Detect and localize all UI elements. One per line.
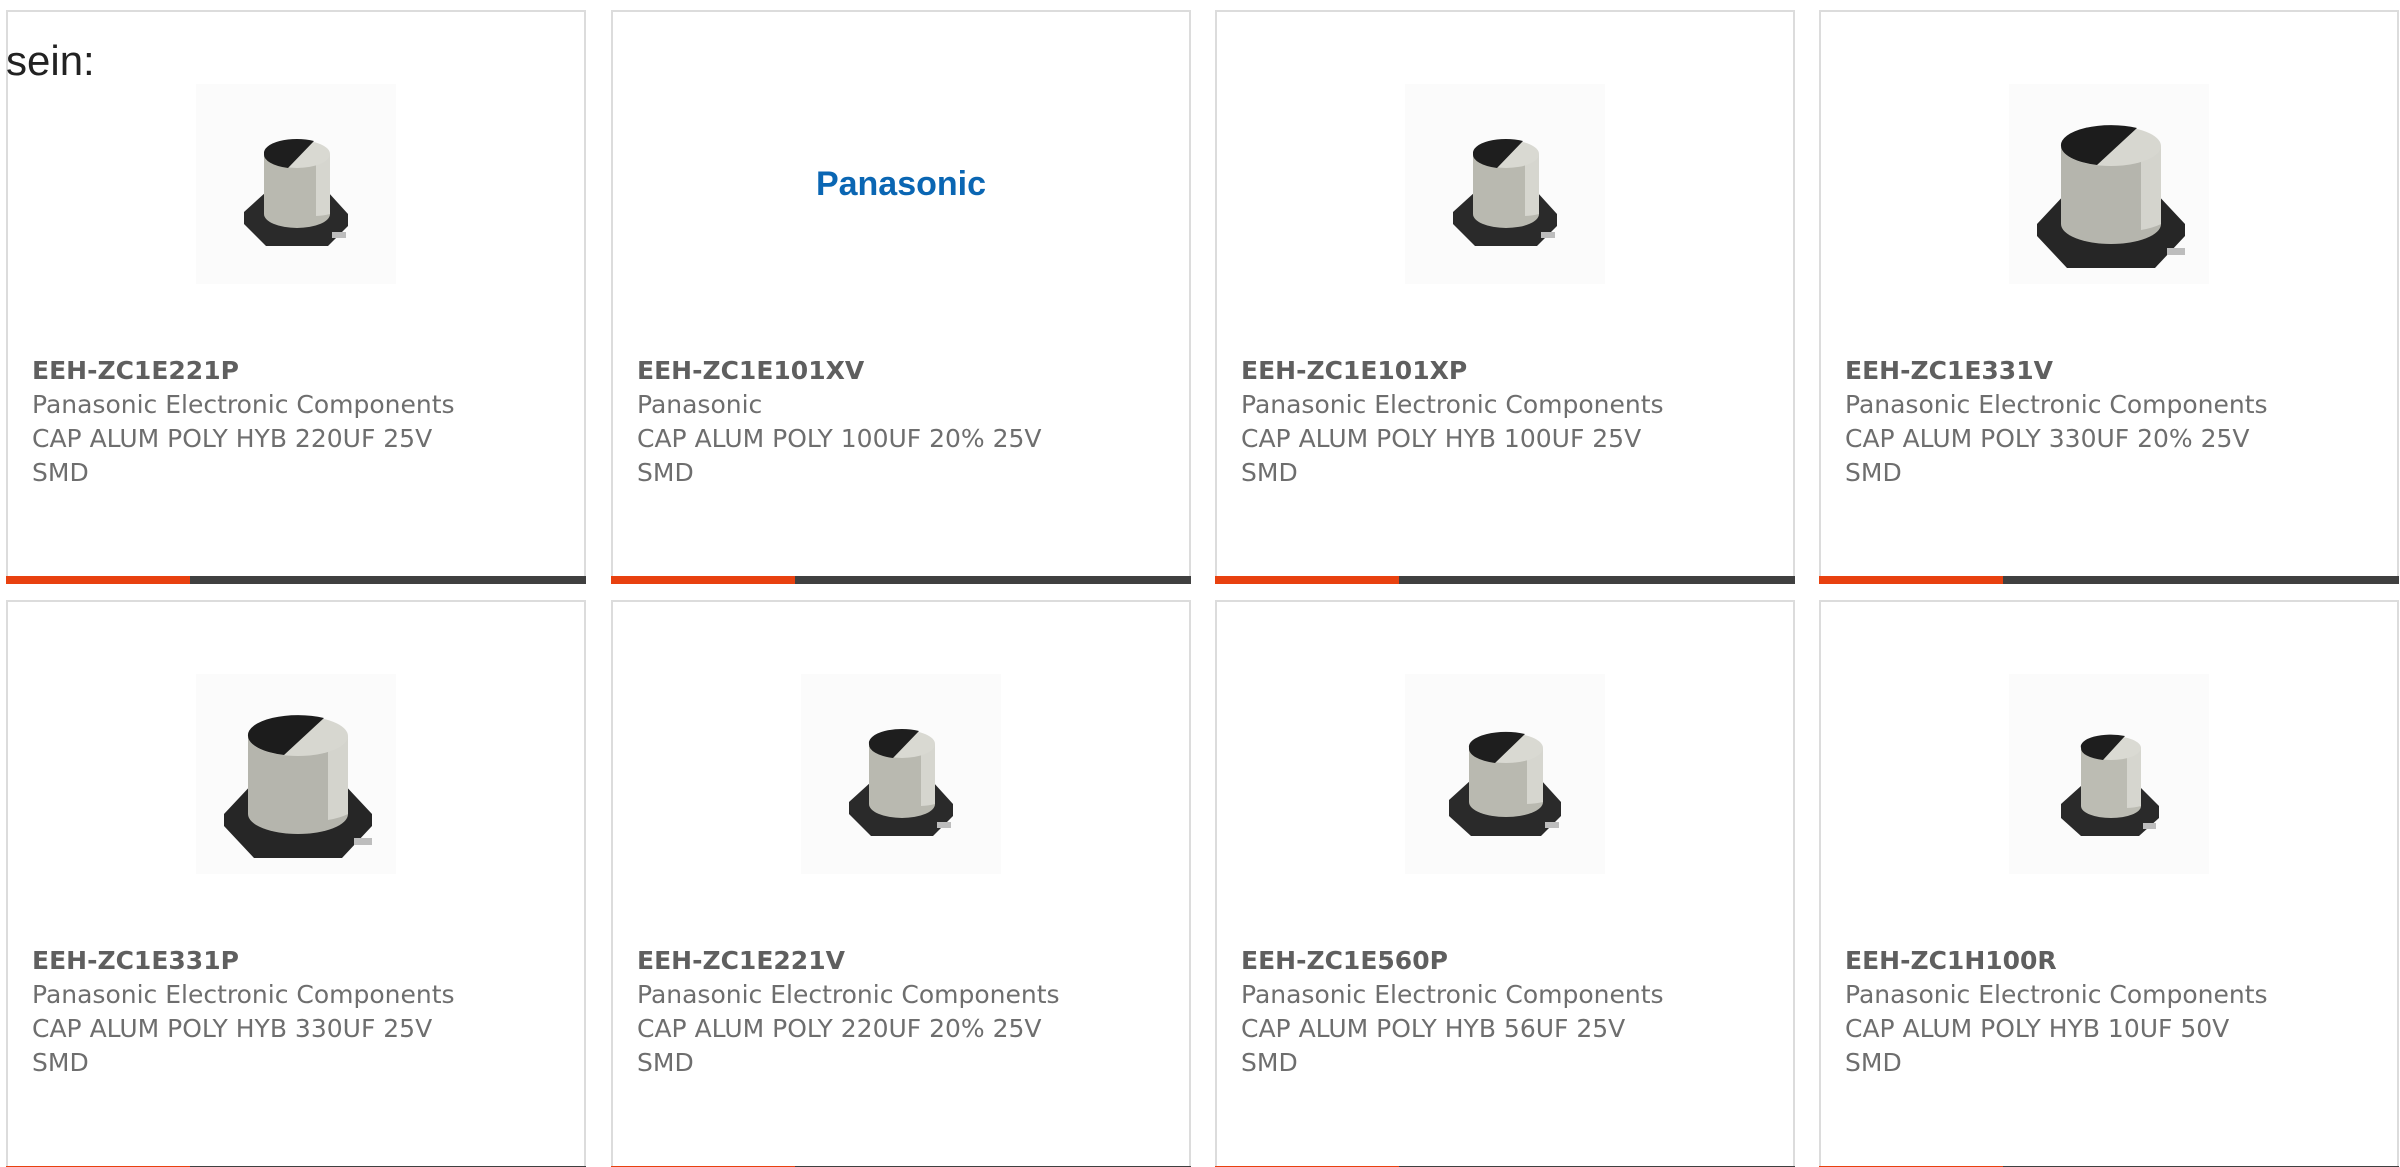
brand-logo-image: Panasonic [801, 84, 1001, 284]
card-bottom-bar [6, 576, 586, 584]
description-package: SMD [32, 1048, 89, 1077]
capacitor-image [801, 674, 1001, 874]
manufacturer: Panasonic Electronic Components [32, 390, 455, 419]
product-card[interactable]: EEH-ZC1E331V Panasonic Electronic Compon… [1819, 10, 2399, 584]
part-number[interactable]: EEH-ZC1E221V [637, 944, 1169, 978]
part-number[interactable]: EEH-ZC1E331V [1845, 354, 2377, 388]
capacitor-icon [244, 138, 348, 246]
capacitor-image [1405, 674, 1605, 874]
part-number[interactable]: EEH-ZC1E560P [1241, 944, 1773, 978]
capacitor-icon [1453, 138, 1557, 246]
card-bottom-bar [1819, 576, 2399, 584]
description: CAP ALUM POLY 220UF 20% 25V [637, 1014, 1042, 1043]
description: CAP ALUM POLY HYB 100UF 25V [1241, 424, 1642, 453]
description-package: SMD [1845, 1048, 1902, 1077]
capacitor-image [2009, 674, 2209, 874]
capacitor-image [2009, 84, 2209, 284]
description-package: SMD [637, 1048, 694, 1077]
description: CAP ALUM POLY HYB 220UF 25V [32, 424, 433, 453]
description-package: SMD [1241, 458, 1298, 487]
part-number[interactable]: EEH-ZC1E221P [32, 354, 564, 388]
card-bottom-bar [1215, 576, 1795, 584]
part-number[interactable]: EEH-ZC1E101XP [1241, 354, 1773, 388]
intro-text: sein: [6, 37, 95, 84]
product-card[interactable]: Panasonic EEH-ZC1E101XV Panasonic CAP AL… [611, 10, 1191, 584]
capacitor-icon [849, 728, 953, 836]
product-card[interactable]: EEH-ZC1E221P Panasonic Electronic Compon… [6, 10, 586, 584]
description-package: SMD [637, 458, 694, 487]
capacitor-icon [2061, 734, 2159, 836]
product-card[interactable]: EEH-ZC1H100R Panasonic Electronic Compon… [1819, 600, 2399, 1167]
manufacturer: Panasonic Electronic Components [1845, 390, 2268, 419]
part-number[interactable]: EEH-ZC1E331P [32, 944, 564, 978]
description-package: SMD [1241, 1048, 1298, 1077]
capacitor-icon [2037, 125, 2185, 268]
description: CAP ALUM POLY HYB 330UF 25V [32, 1014, 433, 1043]
capacitor-icon [1449, 731, 1561, 836]
manufacturer: Panasonic Electronic Components [32, 980, 455, 1009]
manufacturer: Panasonic Electronic Components [1845, 980, 2268, 1009]
description-package: SMD [32, 458, 89, 487]
manufacturer: Panasonic Electronic Components [637, 980, 1060, 1009]
part-number[interactable]: EEH-ZC1E101XV [637, 354, 1169, 388]
manufacturer: Panasonic Electronic Components [1241, 390, 1664, 419]
capacitor-image [1405, 84, 1605, 284]
product-card[interactable]: EEH-ZC1E560P Panasonic Electronic Compon… [1215, 600, 1795, 1167]
description: CAP ALUM POLY 100UF 20% 25V [637, 424, 1042, 453]
manufacturer: Panasonic Electronic Components [1241, 980, 1664, 1009]
product-grid-page: sein: EEH-ZC1E221P Panasonic Electronic … [0, 0, 2400, 1167]
product-card[interactable]: EEH-ZC1E331P Panasonic Electronic Compon… [6, 600, 586, 1167]
description: CAP ALUM POLY 330UF 20% 25V [1845, 424, 2250, 453]
description-package: SMD [1845, 458, 1902, 487]
description: CAP ALUM POLY HYB 10UF 50V [1845, 1014, 2230, 1043]
panasonic-logo: Panasonic [815, 164, 987, 203]
product-card[interactable]: EEH-ZC1E221V Panasonic Electronic Compon… [611, 600, 1191, 1167]
description: CAP ALUM POLY HYB 56UF 25V [1241, 1014, 1626, 1043]
capacitor-image [196, 674, 396, 874]
capacitor-image [196, 84, 396, 284]
part-number[interactable]: EEH-ZC1H100R [1845, 944, 2377, 978]
capacitor-icon [224, 715, 372, 858]
manufacturer: Panasonic [637, 390, 763, 419]
product-card[interactable]: EEH-ZC1E101XP Panasonic Electronic Compo… [1215, 10, 1795, 584]
card-bottom-bar [611, 576, 1191, 584]
